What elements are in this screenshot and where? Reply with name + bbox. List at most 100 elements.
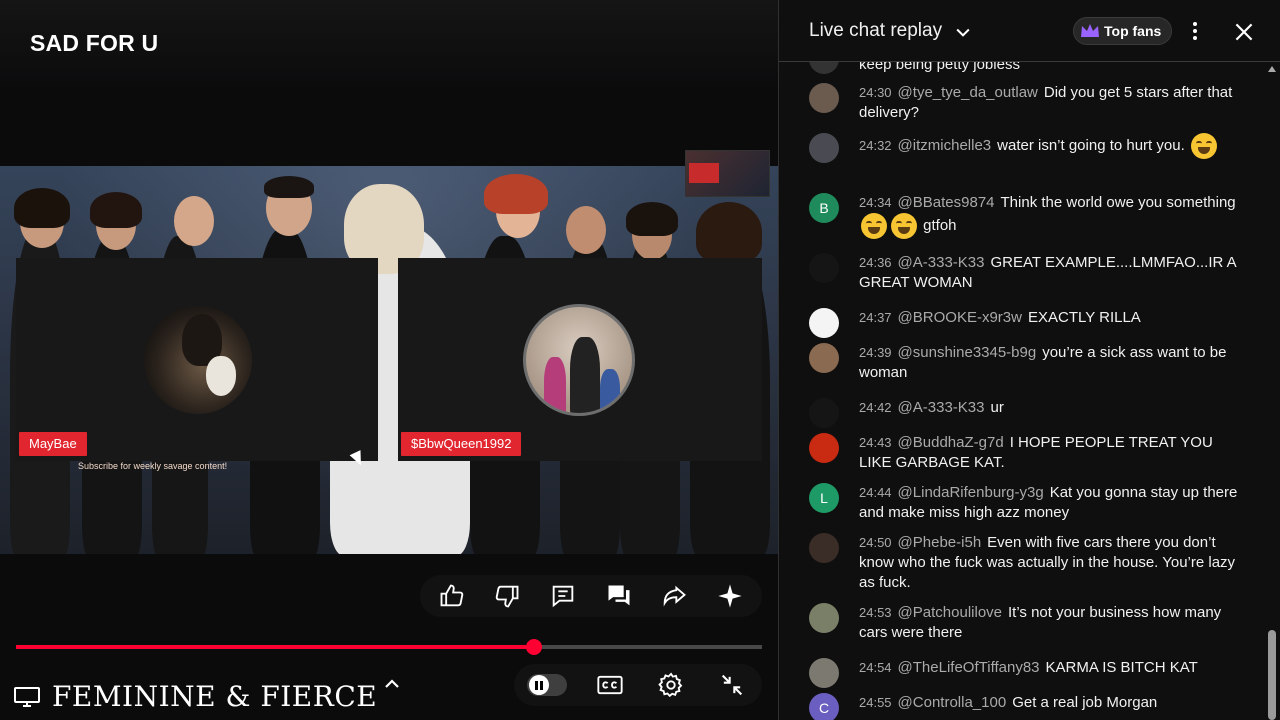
dislike-icon bbox=[496, 585, 519, 608]
chat-text: ur bbox=[990, 399, 1004, 416]
dislike-button[interactable] bbox=[487, 576, 527, 616]
chat-author[interactable]: @A-333-K33 bbox=[898, 254, 985, 271]
chat-author[interactable]: @TheLifeOfTiffany83 bbox=[898, 659, 1040, 676]
chat-author[interactable]: @Phebe-i5h bbox=[898, 534, 982, 551]
avatar[interactable] bbox=[809, 133, 839, 163]
chat-scrollbar[interactable] bbox=[1265, 62, 1279, 720]
background-hair bbox=[264, 176, 314, 198]
chat-author[interactable]: @LindaRifenburg-y3g bbox=[898, 484, 1044, 501]
background-head bbox=[566, 206, 606, 254]
like-button[interactable] bbox=[432, 576, 472, 616]
avatar[interactable]: B bbox=[809, 193, 839, 223]
pause-toggle[interactable] bbox=[526, 674, 567, 696]
thumbnail-logo bbox=[689, 163, 719, 183]
more-vert-icon[interactable] bbox=[1183, 19, 1207, 43]
chat-timestamp: 24:53 bbox=[859, 605, 892, 620]
share-button[interactable] bbox=[654, 576, 694, 616]
subscribe-note: Subscribe for weekly savage content! bbox=[78, 461, 228, 471]
chat-author[interactable]: @BROOKE-x9r3w bbox=[898, 309, 1022, 326]
chat-text: Think the world owe you something bbox=[1000, 194, 1236, 211]
live-chat-panel: Live chat replay Top fans keep being pet… bbox=[778, 0, 1280, 720]
cc-icon bbox=[596, 675, 623, 695]
video-player[interactable]: SAD FOR U MayBae $BbwQueen1992 Subscribe… bbox=[0, 0, 778, 720]
avatar[interactable] bbox=[809, 398, 839, 428]
chat-message-body: 24:32 @itzmichelle3 water isn’t going to h… bbox=[859, 133, 1244, 159]
chat-timestamp: 24:50 bbox=[859, 535, 892, 550]
chat-text-after: gtfoh bbox=[919, 216, 957, 234]
chat-message-body: 24:55 @Controlla_100 Get a real job Morgan bbox=[859, 693, 1244, 713]
progress-scrubber[interactable] bbox=[526, 639, 543, 655]
avatar[interactable]: L bbox=[809, 483, 839, 513]
exit-fullscreen-button[interactable] bbox=[714, 667, 750, 703]
video-title: SAD FOR U bbox=[30, 30, 159, 56]
chat-timestamp: 24:54 bbox=[859, 660, 892, 675]
channel-name: FEMININE & FIERCE bbox=[52, 680, 378, 713]
chat-message-body: 24:44 @LindaRifenburg-y3g Kat you gonna st… bbox=[859, 483, 1244, 523]
close-icon[interactable] bbox=[1231, 19, 1257, 45]
progress-bar[interactable] bbox=[16, 639, 762, 655]
chat-message-body: 24:54 @TheLifeOfTiffany83 KARMA IS BITCH K… bbox=[859, 658, 1244, 678]
chat-author[interactable]: @BBates9874 bbox=[898, 194, 995, 211]
chat-message-body: 24:43 @BuddhaZ-g7d I HOPE PEOPLE TREAT YOU… bbox=[859, 433, 1244, 473]
avatar[interactable] bbox=[809, 308, 839, 338]
avatar[interactable] bbox=[809, 603, 839, 633]
avatar[interactable] bbox=[809, 253, 839, 283]
cam-panel-right: $BbwQueen1992 bbox=[398, 258, 762, 461]
chat-message-list[interactable]: keep being petty jobless 24:30 @tye_tye_d… bbox=[779, 62, 1269, 720]
ask-button[interactable] bbox=[710, 576, 750, 616]
top-fans-button[interactable]: Top fans bbox=[1073, 17, 1173, 45]
chat-message-body: 24:37 @BROOKE-x9r3w EXACTLY RILLA bbox=[859, 308, 1244, 328]
scroll-thumb[interactable] bbox=[1268, 630, 1276, 720]
avatar[interactable]: C bbox=[809, 693, 839, 720]
chat-author[interactable]: @sunshine3345-b9g bbox=[898, 344, 1037, 361]
mask-image bbox=[206, 356, 236, 396]
chat-timestamp: 24:36 bbox=[859, 255, 892, 270]
chat-header: Live chat replay Top fans bbox=[779, 0, 1280, 62]
player-controls bbox=[514, 664, 762, 706]
cam-name-tag-right: $BbwQueen1992 bbox=[401, 432, 522, 456]
comments-button[interactable] bbox=[543, 576, 583, 616]
chat-timestamp: 24:42 bbox=[859, 400, 892, 415]
chat-author[interactable]: @tye_tye_da_outlaw bbox=[898, 84, 1038, 101]
chat-author[interactable]: @itzmichelle3 bbox=[898, 137, 992, 154]
like-icon bbox=[440, 584, 464, 607]
chat-author[interactable]: @Patchoulilove bbox=[898, 604, 1002, 621]
exit-fullscreen-icon bbox=[721, 674, 742, 696]
avatar[interactable] bbox=[809, 343, 839, 373]
chat-author[interactable]: @Controlla_100 bbox=[898, 694, 1007, 711]
background-hair bbox=[484, 174, 548, 214]
live-chat-button[interactable] bbox=[599, 576, 639, 616]
crown-icon bbox=[1081, 24, 1099, 37]
chat-message-body: 24:39 @sunshine3345-b9g you’re a sick ass … bbox=[859, 343, 1244, 383]
cam-avatar-left bbox=[144, 306, 252, 414]
background-hair bbox=[626, 202, 678, 236]
avatar[interactable] bbox=[809, 533, 839, 563]
laughing-emoji-icon bbox=[861, 213, 887, 239]
channel-branding: FEMININE & FIERCE bbox=[14, 680, 377, 713]
chat-timestamp: 24:55 bbox=[859, 695, 892, 710]
chat-message-body: 24:30 @tye_tye_da_outlaw Did you get 5 sta… bbox=[859, 83, 1244, 123]
settings-gear-icon bbox=[657, 672, 682, 698]
chat-mode-dropdown[interactable]: Live chat replay bbox=[809, 20, 942, 42]
avatar[interactable] bbox=[809, 433, 839, 463]
avatar[interactable] bbox=[809, 83, 839, 113]
scroll-up-arrow[interactable] bbox=[1268, 66, 1276, 72]
chat-timestamp: 24:37 bbox=[859, 310, 892, 325]
chat-text: water isn’t going to hurt you. bbox=[997, 136, 1185, 154]
chevron-up-icon[interactable] bbox=[380, 672, 404, 696]
chevron-down-icon[interactable] bbox=[953, 22, 973, 42]
progress-fill bbox=[16, 645, 535, 649]
laughing-emoji-icon bbox=[891, 213, 917, 239]
share-icon bbox=[664, 585, 687, 607]
chat-icon bbox=[608, 585, 630, 606]
chat-message-truncated: keep being petty jobless bbox=[859, 62, 1020, 73]
background-hair bbox=[696, 202, 762, 262]
photo-person bbox=[570, 337, 600, 413]
action-bar bbox=[420, 575, 762, 617]
chat-author[interactable]: @A-333-K33 bbox=[898, 399, 985, 416]
settings-button[interactable] bbox=[653, 667, 689, 703]
avatar[interactable] bbox=[809, 658, 839, 688]
captions-button[interactable] bbox=[592, 667, 628, 703]
chat-author[interactable]: @BuddhaZ-g7d bbox=[898, 434, 1004, 451]
photo-person bbox=[600, 369, 620, 413]
